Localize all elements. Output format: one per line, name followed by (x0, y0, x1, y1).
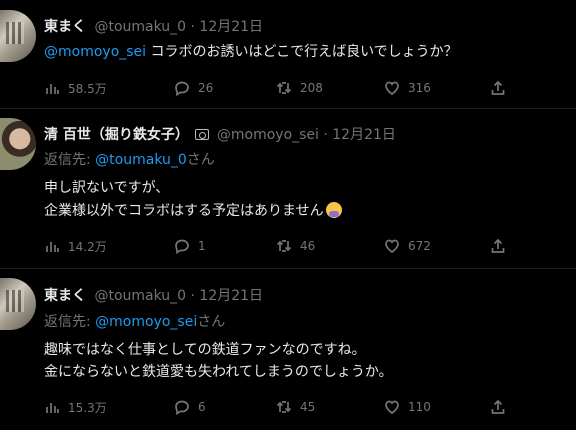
like-button[interactable]: 316 (384, 78, 431, 98)
retweet-button[interactable]: 208 (276, 78, 323, 98)
like-count: 672 (408, 239, 431, 253)
views-count: 14.2万 (68, 239, 107, 254)
camera-icon (194, 129, 209, 140)
views-count: 15.3万 (68, 400, 107, 415)
retweet-count: 46 (300, 239, 316, 253)
tweet-line-1: 趣味ではなく仕事としての鉄道ファンなのですね。 (44, 342, 366, 358)
reply-prefix: 返信先: (44, 314, 96, 330)
share-button[interactable] (490, 397, 506, 417)
tweet-actions: 14.2万 1 46 672 (44, 236, 564, 256)
views-button[interactable]: 15.3万 (44, 397, 107, 417)
reply-count: 26 (198, 81, 214, 95)
reply-icon (175, 239, 189, 254)
retweet-button[interactable]: 46 (276, 236, 315, 256)
handle-and-date[interactable]: @toumaku_0 · 12月21日 (94, 19, 263, 35)
heart-icon (385, 239, 399, 254)
retweet-count: 45 (300, 400, 316, 414)
reply-count: 6 (198, 400, 206, 414)
reply-handle-link[interactable]: @momoyo_sei (95, 314, 197, 330)
tweet-line-2: 金にならないと鉄道愛も失われてしまうのでしょうか。 (44, 364, 393, 380)
tweet-actions: 15.3万 6 45 110 (44, 397, 564, 417)
heart-icon (385, 81, 399, 96)
views-icon (46, 84, 59, 94)
retweet-icon (276, 240, 292, 252)
tweet-header: 清 百世（掘り鉄女子） @momoyo_sei · 12月21日 (44, 124, 396, 144)
mention-link[interactable]: @momoyo_sei (44, 44, 146, 60)
tweet-text: @momoyo_sei コラボのお誘いはどこで行えば良いでしょうか？ (44, 41, 458, 63)
tweet-divider (0, 108, 576, 109)
display-name[interactable]: 東まく (44, 288, 86, 304)
bowing-emoji-icon (325, 202, 342, 218)
reply-icon (175, 81, 189, 96)
avatar-toumaku[interactable] (0, 10, 36, 62)
reply-handle-link[interactable]: @toumaku_0 (95, 152, 187, 168)
reply-context: 返信先: @momoyo_seiさん (44, 311, 225, 331)
tweet-line-1: 申し訳ないですが、 (44, 180, 170, 196)
like-count: 316 (408, 81, 431, 95)
reply-suffix: さん (197, 314, 226, 330)
tweet-text-content: コラボのお誘いはどこで行えば良いでしょうか？ (146, 44, 458, 60)
avatar-toumaku[interactable] (0, 278, 36, 330)
share-icon (491, 399, 505, 414)
handle-and-date[interactable]: @toumaku_0 · 12月21日 (94, 288, 263, 304)
tweet-text: 趣味ではなく仕事としての鉄道ファンなのですね。 金にならないと鉄道愛も失われてし… (44, 339, 393, 383)
tweet-actions: 58.5万 26 208 316 (44, 78, 564, 98)
tweet-header: 東まく @toumaku_0 · 12月21日 (44, 285, 263, 305)
tweet-text: 申し訳ないですが、 企業様以外でコラボはする予定はありません (44, 177, 342, 222)
share-icon (491, 80, 505, 95)
views-button[interactable]: 58.5万 (44, 78, 107, 98)
handle-and-date[interactable]: @momoyo_sei · 12月21日 (217, 127, 396, 143)
views-icon (46, 242, 59, 252)
display-name[interactable]: 清 百世（掘り鉄女子） (44, 127, 189, 143)
views-count: 58.5万 (68, 81, 107, 96)
reply-button[interactable]: 26 (174, 78, 213, 98)
views-button[interactable]: 14.2万 (44, 236, 107, 256)
reply-context: 返信先: @toumaku_0さん (44, 149, 215, 169)
display-name[interactable]: 東まく (44, 19, 86, 35)
like-button[interactable]: 672 (384, 236, 431, 256)
heart-icon (385, 400, 399, 415)
tweet-line-2: 企業様以外でコラボはする予定はありません (44, 199, 342, 222)
share-icon (491, 238, 505, 253)
avatar-momoyo[interactable] (0, 118, 36, 170)
reply-icon (175, 400, 189, 415)
retweet-count: 208 (300, 81, 323, 95)
like-button[interactable]: 110 (384, 397, 431, 417)
tweet-header: 東まく @toumaku_0 · 12月21日 (44, 16, 263, 36)
tweet-divider (0, 268, 576, 269)
share-button[interactable] (490, 78, 506, 98)
like-count: 110 (408, 400, 431, 414)
retweet-icon (276, 82, 292, 94)
retweet-icon (276, 401, 292, 413)
reply-button[interactable]: 1 (174, 236, 206, 256)
tweet-line-2-text: 企業様以外でコラボはする予定はありません (44, 203, 324, 219)
reply-prefix: 返信先: (44, 152, 96, 168)
share-button[interactable] (490, 236, 506, 256)
views-icon (46, 403, 59, 413)
reply-suffix: さん (186, 152, 215, 168)
reply-count: 1 (198, 239, 206, 253)
reply-button[interactable]: 6 (174, 397, 206, 417)
retweet-button[interactable]: 45 (276, 397, 315, 417)
